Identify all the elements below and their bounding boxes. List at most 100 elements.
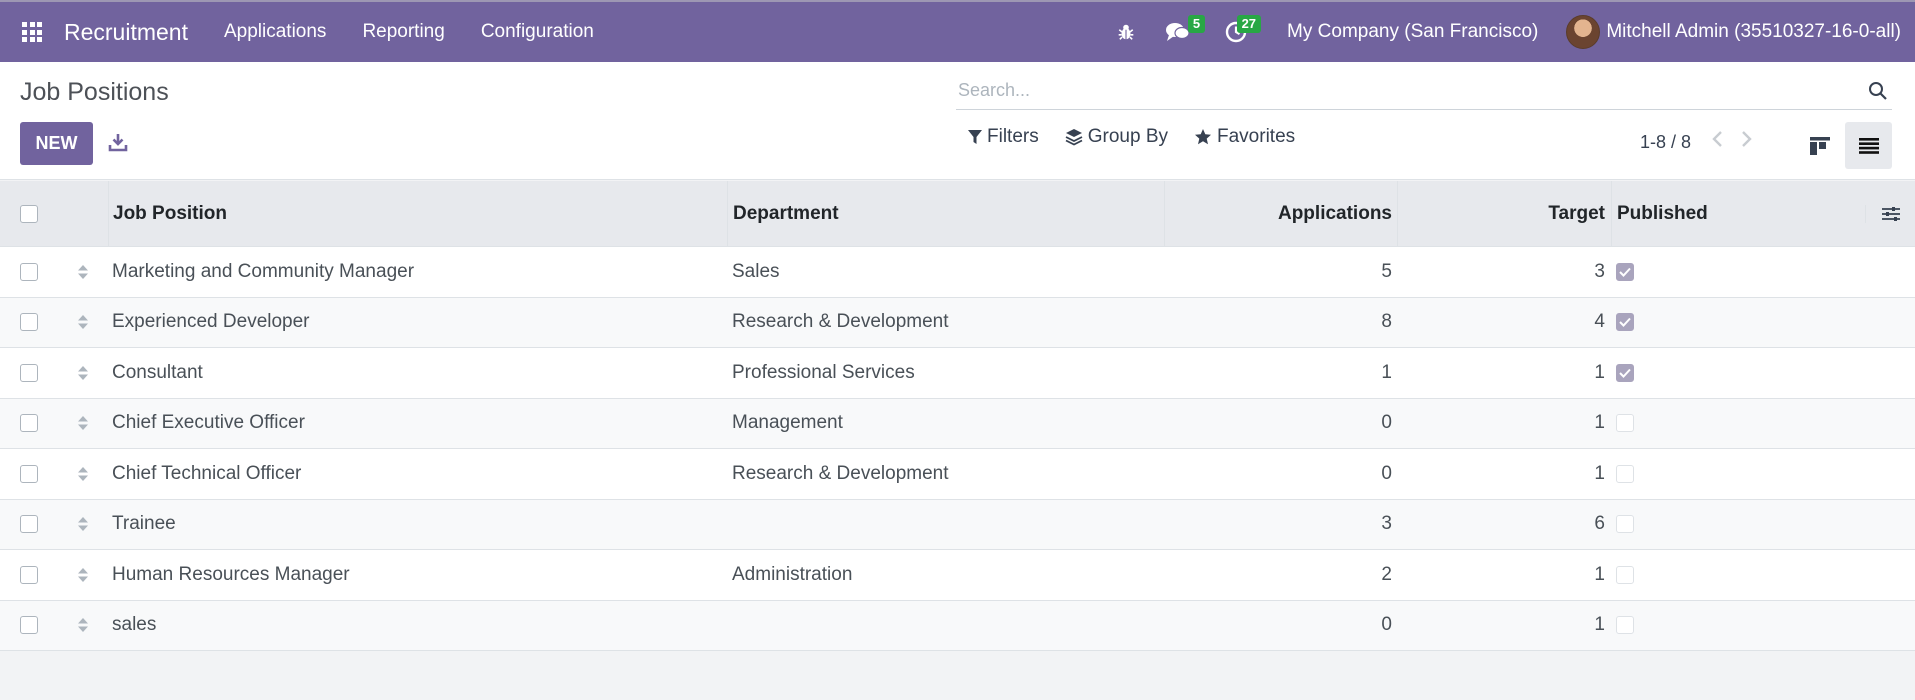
debug-bug-icon[interactable] (1105, 2, 1147, 62)
filter-icon (968, 130, 982, 144)
row-select-cell (0, 262, 58, 281)
header-department[interactable]: Department (727, 181, 1164, 246)
group-by-dropdown[interactable]: Group By (1065, 126, 1168, 148)
header-applications[interactable]: Applications (1164, 181, 1397, 246)
cell-department: Professional Services (732, 361, 915, 383)
menu-applications[interactable]: Applications (224, 21, 326, 43)
row-checkbox[interactable] (20, 363, 38, 382)
cell-published (1611, 464, 1865, 483)
cell-applications: 0 (1381, 614, 1392, 636)
job-positions-table: Job Position Department Applications Tar… (0, 181, 1915, 651)
table-header: Job Position Department Applications Tar… (0, 181, 1915, 247)
cell-job-position: sales (112, 614, 157, 636)
search-icon[interactable] (1864, 77, 1892, 105)
cell-applications: 0 (1381, 462, 1392, 484)
search-bar (956, 72, 1892, 110)
download-icon[interactable] (107, 129, 129, 155)
table-row[interactable]: Marketing and Community Manager Sales 5 3 (0, 247, 1915, 298)
header-published[interactable]: Published (1611, 181, 1865, 246)
row-select-cell (0, 414, 58, 433)
published-checkbox[interactable] (1616, 262, 1634, 281)
published-checkbox[interactable] (1616, 414, 1634, 433)
search-input[interactable] (956, 80, 1864, 101)
drag-handle-icon[interactable] (58, 298, 108, 348)
column-options-icon[interactable] (1865, 204, 1915, 223)
check-icon (1619, 368, 1631, 378)
cell-job-position: Trainee (112, 513, 176, 535)
cell-published (1611, 414, 1865, 433)
activities-clock-icon[interactable]: 27 (1213, 2, 1262, 62)
filters-dropdown[interactable]: Filters (968, 126, 1039, 148)
menu-reporting[interactable]: Reporting (362, 21, 444, 43)
table-row[interactable]: Chief Technical Officer Research & Develo… (0, 449, 1915, 500)
row-select-cell (0, 616, 58, 635)
drag-handle-icon[interactable] (58, 247, 108, 297)
company-switcher[interactable]: My Company (San Francisco) (1287, 21, 1538, 43)
select-all-cell (0, 204, 58, 223)
published-checkbox[interactable] (1616, 363, 1634, 382)
row-checkbox[interactable] (20, 515, 38, 534)
table-row[interactable]: Human Resources Manager Administration 2 1 (0, 550, 1915, 601)
table-row[interactable]: Consultant Professional Services 1 1 (0, 348, 1915, 399)
drag-handle-icon[interactable] (58, 449, 108, 499)
cell-published (1611, 515, 1865, 534)
kanban-view-icon[interactable] (1806, 132, 1834, 160)
cell-applications: 5 (1381, 260, 1392, 282)
cell-published (1611, 363, 1865, 382)
user-avatar[interactable] (1566, 15, 1601, 49)
row-checkbox[interactable] (20, 313, 38, 332)
row-checkbox[interactable] (20, 414, 38, 433)
header-target[interactable]: Target (1397, 181, 1611, 246)
cell-department: Research & Development (732, 311, 949, 333)
menu-configuration[interactable]: Configuration (481, 21, 594, 43)
messages-chat-icon[interactable]: 5 (1153, 2, 1206, 62)
activities-count-badge: 27 (1236, 15, 1262, 33)
row-checkbox[interactable] (20, 616, 38, 635)
apps-menu-icon[interactable] (0, 2, 64, 62)
published-checkbox[interactable] (1616, 515, 1634, 534)
list-view-icon[interactable] (1845, 122, 1892, 169)
cell-target: 1 (1594, 361, 1605, 383)
cell-target: 1 (1594, 563, 1605, 585)
table-body: Marketing and Community Manager Sales 5 3 Ex… (0, 247, 1915, 651)
published-checkbox[interactable] (1616, 313, 1634, 332)
drag-handle-icon[interactable] (58, 348, 108, 398)
cell-target: 1 (1594, 462, 1605, 484)
chevron-left-icon[interactable] (1711, 130, 1723, 154)
table-row[interactable]: sales 0 1 (0, 600, 1915, 651)
row-checkbox[interactable] (20, 262, 38, 281)
pager-value[interactable]: 1-8 / 8 (1640, 132, 1691, 153)
user-menu[interactable]: Mitchell Admin (35510327-16-0-all) (1606, 21, 1901, 43)
header-job-position[interactable]: Job Position (108, 181, 727, 246)
table-row[interactable]: Trainee 3 6 (0, 499, 1915, 550)
top-navbar: Recruitment Applications Reporting Confi… (0, 0, 1915, 62)
published-checkbox[interactable] (1616, 464, 1634, 483)
check-icon (1619, 318, 1631, 328)
cell-applications: 1 (1381, 361, 1392, 383)
drag-handle-icon[interactable] (58, 601, 108, 651)
cell-department: Administration (732, 563, 853, 585)
cell-applications: 2 (1381, 563, 1392, 585)
drag-handle-icon[interactable] (58, 500, 108, 550)
chevron-right-icon[interactable] (1741, 130, 1753, 154)
select-all-checkbox[interactable] (20, 204, 38, 223)
table-row[interactable]: Experienced Developer Research & Developm… (0, 297, 1915, 348)
row-select-cell (0, 515, 58, 534)
drag-handle-icon[interactable] (58, 550, 108, 600)
published-checkbox[interactable] (1616, 565, 1634, 584)
pager: 1-8 / 8 (1640, 130, 1753, 154)
drag-handle-icon[interactable] (58, 399, 108, 449)
row-checkbox[interactable] (20, 464, 38, 483)
cell-job-position: Consultant (112, 361, 203, 383)
cell-applications: 8 (1381, 311, 1392, 333)
app-brand[interactable]: Recruitment (64, 19, 188, 46)
layers-icon (1065, 129, 1083, 146)
row-checkbox[interactable] (20, 565, 38, 584)
published-checkbox[interactable] (1616, 616, 1634, 635)
favorites-dropdown[interactable]: Favorites (1194, 126, 1295, 148)
table-row[interactable]: Chief Executive Officer Management 0 1 (0, 398, 1915, 449)
cell-applications: 3 (1381, 513, 1392, 535)
cell-target: 3 (1594, 260, 1605, 282)
new-button[interactable]: NEW (20, 122, 93, 165)
row-select-cell (0, 464, 58, 483)
